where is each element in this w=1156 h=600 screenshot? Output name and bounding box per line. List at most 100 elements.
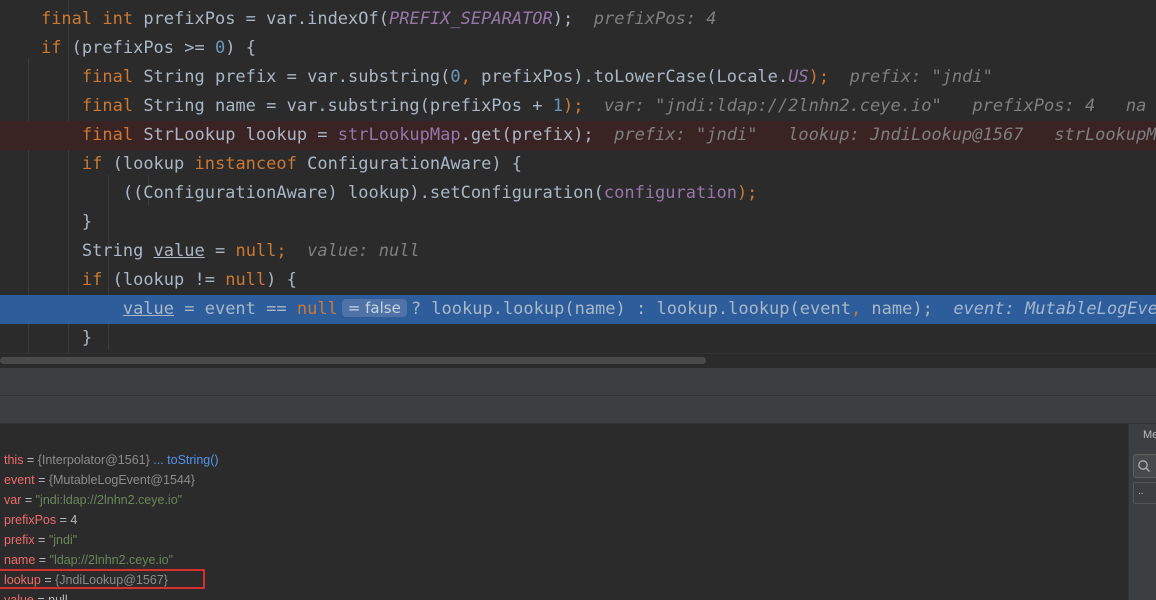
variable-row[interactable]: this = {Interpolator@1561} ... toString(… bbox=[4, 450, 219, 470]
code-token: null bbox=[235, 241, 277, 261]
variable-value: 4 bbox=[70, 513, 78, 527]
code-token: PREFIX_SEPARATOR bbox=[389, 9, 553, 29]
code-line[interactable]: final String name = var.substring(prefix… bbox=[0, 92, 1156, 121]
variable-name: name bbox=[4, 553, 36, 567]
code-line[interactable]: } bbox=[0, 324, 1156, 353]
variable-value: "jndi:ldap://2lnhn2.ceye.io" bbox=[35, 493, 183, 507]
code-line[interactable]: String value = null; value: null bbox=[0, 237, 1156, 266]
variable-row[interactable]: var = "jndi:ldap://2lnhn2.ceye.io" bbox=[4, 490, 182, 510]
variable-value: "ldap://2lnhn2.ceye.io" bbox=[49, 553, 174, 567]
code-token: indexOf bbox=[307, 9, 379, 29]
code-token: null bbox=[225, 270, 267, 290]
code-token: prefixPos).toLowerCase(Locale. bbox=[481, 67, 789, 87]
code-token: US bbox=[788, 67, 809, 87]
code-token: = event == bbox=[174, 299, 297, 319]
code-token: ( bbox=[378, 9, 389, 29]
code-token: String name = var.substring(prefixPos + bbox=[143, 96, 553, 116]
inline-debug-hint: event: MutableLogEvent bbox=[932, 299, 1156, 319]
code-line[interactable]: if (prefixPos >= 0) { bbox=[0, 34, 1156, 63]
code-line[interactable]: } bbox=[0, 208, 1156, 237]
search-field[interactable] bbox=[1133, 454, 1156, 478]
tostring-link[interactable]: ... toString() bbox=[150, 453, 218, 467]
code-token: .get(prefix); bbox=[460, 125, 594, 145]
code-token: instanceof bbox=[194, 154, 308, 174]
scrollbar-thumb[interactable] bbox=[0, 357, 706, 364]
code-token: final bbox=[81, 125, 144, 145]
code-line[interactable]: final String prefix = var.substring(0, p… bbox=[0, 63, 1156, 92]
code-token: ConfigurationAware) { bbox=[307, 154, 523, 174]
code-line[interactable]: if (lookup instanceof ConfigurationAware… bbox=[0, 150, 1156, 179]
side-panel-button[interactable]: .. bbox=[1133, 482, 1156, 504]
code-token: , bbox=[850, 299, 872, 319]
code-token: ) { bbox=[225, 38, 256, 58]
code-token: if bbox=[40, 38, 72, 58]
variable-name: this bbox=[4, 453, 24, 467]
variable-name: prefixPos bbox=[4, 513, 57, 527]
debug-toolbar bbox=[0, 396, 1156, 424]
search-icon bbox=[1138, 460, 1150, 472]
code-token: = bbox=[204, 241, 236, 261]
code-line[interactable]: ((ConfigurationAware) lookup).setConfigu… bbox=[0, 179, 1156, 208]
code-token: prefixPos = var. bbox=[143, 9, 308, 29]
code-line-breakpoint[interactable]: final StrLookup lookup = strLookupMap.ge… bbox=[0, 121, 1156, 150]
highlight-annotation-box bbox=[0, 569, 205, 589]
code-token: (prefixPos >= bbox=[71, 38, 215, 58]
inline-debug-hint: prefix: "jndi" bbox=[829, 67, 993, 87]
inline-debug-hint: value: null bbox=[286, 241, 420, 261]
code-token: (lookup bbox=[112, 154, 195, 174]
code-token: value bbox=[122, 299, 175, 319]
code-token: configuration bbox=[603, 183, 737, 203]
inline-value-badge: = false bbox=[341, 299, 407, 317]
code-token: String bbox=[81, 241, 154, 261]
side-panel: Me .. bbox=[1128, 424, 1156, 600]
horizontal-scrollbar[interactable] bbox=[0, 353, 1156, 368]
code-token: ); bbox=[552, 9, 574, 29]
variable-value: "jndi" bbox=[48, 533, 78, 547]
code-token: value bbox=[153, 241, 205, 261]
code-token: name); bbox=[871, 299, 933, 319]
code-token: ); bbox=[562, 96, 584, 116]
variable-separator: = bbox=[56, 513, 71, 527]
inline-debug-hint: var: "jndi:ldap://2lnhn2.ceye.io" prefix… bbox=[583, 96, 1147, 116]
code-token: ((ConfigurationAware) lookup).setConfigu… bbox=[122, 183, 604, 203]
variable-separator: = bbox=[34, 533, 49, 547]
code-token: final bbox=[40, 9, 103, 29]
code-token: ) { bbox=[266, 270, 297, 290]
variable-name: prefix bbox=[4, 533, 35, 547]
variable-row[interactable]: prefixPos = 4 bbox=[4, 510, 77, 530]
variable-row[interactable]: value = null bbox=[4, 590, 68, 600]
code-token: StrLookup lookup = bbox=[143, 125, 338, 145]
variable-row[interactable]: event = {MutableLogEvent@1544} bbox=[4, 470, 195, 490]
code-token: String prefix = var.substring( bbox=[143, 67, 451, 87]
code-token: if bbox=[81, 270, 113, 290]
variable-value: {MutableLogEvent@1544} bbox=[48, 473, 195, 487]
variable-separator: = bbox=[21, 493, 36, 507]
code-line[interactable]: if (lookup != null) { bbox=[0, 266, 1156, 295]
code-token: int bbox=[102, 9, 144, 29]
inline-debug-hint: prefix: "jndi" lookup: JndiLookup@1567 s… bbox=[593, 125, 1156, 145]
code-token: , bbox=[460, 67, 482, 87]
variable-row[interactable]: name = "ldap://2lnhn2.ceye.io" bbox=[4, 550, 173, 570]
code-token: ? lookup.lookup(name) : lookup.lookup(ev… bbox=[410, 299, 851, 319]
variable-value: null bbox=[48, 593, 68, 600]
code-line-current[interactable]: value = event == null = false? lookup.loo… bbox=[0, 295, 1156, 324]
code-line[interactable]: final int prefixPos = var.indexOf(PREFIX… bbox=[0, 5, 1156, 34]
code-editor[interactable]: final int prefixPos = var.indexOf(PREFIX… bbox=[0, 0, 1156, 353]
variable-row[interactable]: prefix = "jndi" bbox=[4, 530, 77, 550]
variable-separator: = bbox=[23, 453, 38, 467]
side-panel-label: Me bbox=[1143, 429, 1156, 441]
code-token: ); bbox=[808, 67, 830, 87]
variable-name: value bbox=[4, 593, 34, 600]
variable-name: event bbox=[4, 473, 35, 487]
inline-debug-hint: prefixPos: 4 bbox=[573, 9, 717, 29]
code-token: if bbox=[81, 154, 113, 174]
variable-separator: = bbox=[34, 473, 49, 487]
